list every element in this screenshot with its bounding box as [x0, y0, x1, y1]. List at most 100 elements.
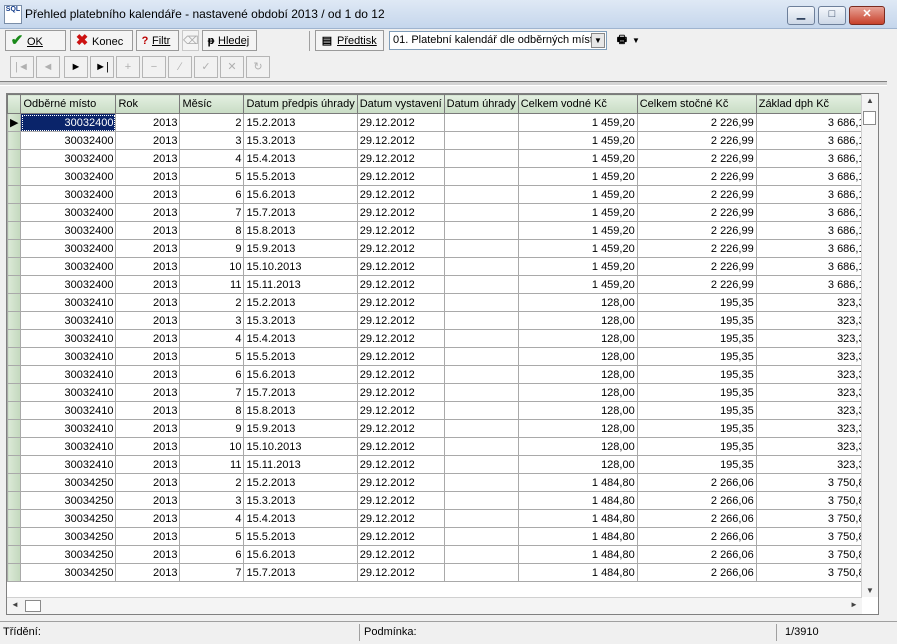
grid-cell[interactable]: 2 226,99: [636, 239, 757, 258]
grid-cell[interactable]: 30032400: [20, 203, 117, 222]
grid-cell[interactable]: [443, 365, 519, 384]
grid-cell[interactable]: 2 226,99: [636, 167, 757, 186]
grid-cell[interactable]: 323,35: [755, 455, 874, 474]
grid-cell[interactable]: [443, 203, 519, 222]
grid-cell[interactable]: 323,35: [755, 347, 874, 366]
grid-cell[interactable]: 1 459,20: [517, 167, 638, 186]
grid-cell[interactable]: 29.12.2012: [356, 257, 445, 276]
grid-cell[interactable]: [443, 509, 519, 528]
grid-cell[interactable]: 15.5.2013: [243, 527, 358, 546]
grid-cell[interactable]: 30032400: [20, 149, 117, 168]
grid-cell[interactable]: 2013: [115, 275, 181, 294]
nav-cancel-button[interactable]: ✕: [220, 56, 244, 78]
grid-cell[interactable]: 7: [179, 203, 245, 222]
grid-cell[interactable]: 30034250: [20, 527, 117, 546]
grid-cell[interactable]: 2013: [115, 509, 181, 528]
table-row[interactable]: 30032410 2013 2 15.2.2013 29.12.2012 128,00 19…: [7, 293, 874, 312]
grid-cell[interactable]: 323,35: [755, 329, 874, 348]
grid-cell[interactable]: 323,35: [755, 383, 874, 402]
grid-cell[interactable]: 128,00: [517, 383, 638, 402]
table-row[interactable]: 30032410 2013 7 15.7.2013 29.12.2012 128,00 19…: [7, 383, 874, 402]
grid-cell[interactable]: 30032400: [20, 185, 117, 204]
grid-cell[interactable]: 2013: [115, 347, 181, 366]
grid-cell[interactable]: 30032410: [20, 419, 117, 438]
grid-cell[interactable]: [443, 293, 519, 312]
grid-cell[interactable]: 2013: [115, 527, 181, 546]
grid-cell[interactable]: [443, 131, 519, 150]
hledej-button[interactable]: ᵽ Hledej: [202, 30, 257, 51]
grid-cell[interactable]: 1 459,20: [517, 185, 638, 204]
grid-cell[interactable]: 2013: [115, 437, 181, 456]
grid-cell[interactable]: [443, 527, 519, 546]
grid-cell[interactable]: 5: [179, 347, 245, 366]
grid-cell[interactable]: 128,00: [517, 437, 638, 456]
grid-cell[interactable]: 11: [179, 455, 245, 474]
grid-cell[interactable]: 2013: [115, 239, 181, 258]
grid-cell[interactable]: 6: [179, 545, 245, 564]
grid-cell[interactable]: 2013: [115, 365, 181, 384]
table-row[interactable]: 30034250 2013 4 15.4.2013 29.12.2012 1 484,80…: [7, 509, 874, 528]
grid-cell[interactable]: 15.4.2013: [243, 509, 358, 528]
grid-cell[interactable]: 323,35: [755, 419, 874, 438]
grid-cell[interactable]: 30032410: [20, 293, 117, 312]
grid-cell[interactable]: 30032400: [20, 221, 117, 240]
grid-cell[interactable]: 195,35: [636, 419, 757, 438]
ok-button[interactable]: ✔ OK: [5, 30, 66, 51]
column-header[interactable]: Datum předpis úhrady: [243, 94, 358, 114]
grid-cell[interactable]: 30032400: [20, 131, 117, 150]
grid-cell[interactable]: 4: [179, 149, 245, 168]
grid-cell[interactable]: 30032400: [20, 167, 117, 186]
grid-cell[interactable]: 2013: [115, 203, 181, 222]
grid-cell[interactable]: 29.12.2012: [356, 419, 445, 438]
grid-cell[interactable]: 29.12.2012: [356, 401, 445, 420]
grid-cell[interactable]: 323,35: [755, 365, 874, 384]
table-row[interactable]: 30032410 2013 8 15.8.2013 29.12.2012 128,00 19…: [7, 401, 874, 420]
grid-cell[interactable]: 128,00: [517, 455, 638, 474]
grid-cell[interactable]: 29.12.2012: [356, 203, 445, 222]
grid-cell[interactable]: 15.2.2013: [243, 113, 358, 132]
grid-cell[interactable]: 30034250: [20, 545, 117, 564]
table-row[interactable]: 30034250 2013 5 15.5.2013 29.12.2012 1 484,80…: [7, 527, 874, 546]
grid-cell[interactable]: 3 686,19: [755, 221, 874, 240]
grid-cell[interactable]: 2013: [115, 455, 181, 474]
grid-cell[interactable]: [443, 545, 519, 564]
grid-cell[interactable]: 11: [179, 275, 245, 294]
table-row[interactable]: 30032400 2013 4 15.4.2013 29.12.2012 1 459,20…: [7, 149, 874, 168]
grid-cell[interactable]: [443, 419, 519, 438]
grid-cell[interactable]: [443, 311, 519, 330]
grid-cell[interactable]: 30032410: [20, 401, 117, 420]
grid-cell[interactable]: 29.12.2012: [356, 563, 445, 582]
grid-cell[interactable]: 2 226,99: [636, 203, 757, 222]
grid-cell[interactable]: 15.7.2013: [243, 383, 358, 402]
table-row[interactable]: 30032400 2013 8 15.8.2013 29.12.2012 1 459,20…: [7, 221, 874, 240]
grid-cell[interactable]: 15.7.2013: [243, 563, 358, 582]
column-header[interactable]: Celkem vodné Kč: [517, 94, 638, 114]
grid-cell[interactable]: 29.12.2012: [356, 329, 445, 348]
column-header[interactable]: Datum vystavení: [356, 94, 445, 114]
grid-cell[interactable]: 29.12.2012: [356, 221, 445, 240]
table-row[interactable]: 30032410 2013 4 15.4.2013 29.12.2012 128,00 19…: [7, 329, 874, 348]
nav-edit-button[interactable]: ∕: [168, 56, 192, 78]
grid-cell[interactable]: [443, 185, 519, 204]
grid-cell[interactable]: 195,35: [636, 383, 757, 402]
grid-cell[interactable]: 5: [179, 527, 245, 546]
minimize-button[interactable]: ▁: [787, 6, 815, 25]
grid-cell[interactable]: 1 484,80: [517, 527, 638, 546]
grid-cell[interactable]: 3 750,86: [755, 509, 874, 528]
grid-cell[interactable]: 2013: [115, 383, 181, 402]
grid-cell[interactable]: 323,35: [755, 401, 874, 420]
grid-cell[interactable]: 2 226,99: [636, 257, 757, 276]
grid-cell[interactable]: 30032400: [20, 257, 117, 276]
grid-cell[interactable]: 2 226,99: [636, 275, 757, 294]
nav-first-button[interactable]: |◄: [10, 56, 34, 78]
nav-insert-button[interactable]: +: [116, 56, 140, 78]
grid-cell[interactable]: 1 459,20: [517, 257, 638, 276]
grid-cell[interactable]: 29.12.2012: [356, 527, 445, 546]
clear-filter-button[interactable]: ⌫: [182, 30, 199, 51]
grid-cell[interactable]: [443, 347, 519, 366]
table-row[interactable]: 30032400 2013 5 15.5.2013 29.12.2012 1 459,20…: [7, 167, 874, 186]
grid-cell[interactable]: 128,00: [517, 365, 638, 384]
grid-cell[interactable]: 30032400: [20, 113, 117, 132]
grid-cell[interactable]: 3: [179, 131, 245, 150]
grid-cell[interactable]: 1 459,20: [517, 203, 638, 222]
